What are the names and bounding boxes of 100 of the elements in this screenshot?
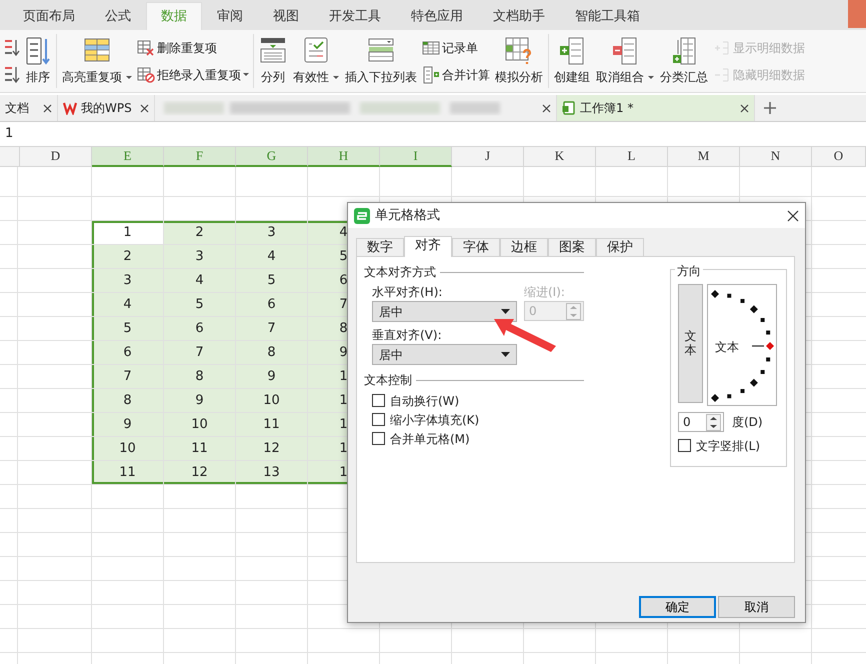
table-cell[interactable]: 3 [236, 221, 307, 244]
ribbon-button[interactable]: 合并计算 [420, 64, 492, 84]
table-cell[interactable]: 12 [164, 461, 235, 484]
ribbon-button[interactable]: 排序 [22, 34, 54, 88]
close-icon[interactable] [740, 104, 749, 112]
spinner-arrows-icon[interactable] [706, 414, 721, 430]
table-cell[interactable]: 11 [236, 413, 307, 436]
table-cell[interactable]: 8 [92, 389, 163, 412]
ribbon-button[interactable]: 模拟分析 [492, 34, 546, 88]
ribbon-tab[interactable]: 文档助手 [478, 2, 560, 30]
close-icon[interactable] [43, 104, 52, 112]
column-header[interactable]: D [20, 147, 92, 167]
table-cell[interactable]: 5 [164, 293, 235, 316]
table-cell[interactable]: 10 [236, 389, 307, 412]
table-cell[interactable]: 1 [92, 221, 163, 244]
table-cell[interactable]: 9 [164, 389, 235, 412]
vertical-text-button[interactable]: 文本 [678, 284, 703, 403]
table-cell[interactable]: 4 [236, 245, 307, 268]
table-cell[interactable]: 3 [164, 245, 235, 268]
checkbox[interactable] [678, 439, 691, 452]
table-cell[interactable]: 2 [92, 245, 163, 268]
column-header[interactable]: O [812, 147, 866, 167]
table-cell[interactable]: 8 [164, 365, 235, 388]
checkbox[interactable] [372, 432, 385, 445]
add-tab-icon[interactable] [763, 101, 777, 115]
ribbon-tab[interactable]: 页面布局 [8, 2, 90, 30]
ribbon-tab[interactable]: 智能工具箱 [560, 2, 655, 30]
checkbox[interactable] [372, 394, 385, 407]
table-cell[interactable]: 5 [236, 269, 307, 292]
tab-title: 我的WPS [81, 100, 132, 117]
ribbon-button[interactable]: 分列 [256, 34, 290, 88]
spreadsheet-icon [562, 101, 576, 115]
column-header[interactable]: J [452, 147, 524, 167]
ribbon-tab[interactable]: 公式 [90, 2, 146, 30]
table-cell[interactable]: 5 [92, 317, 163, 340]
formula-value[interactable]: 1 [5, 126, 14, 141]
dialog-tab[interactable]: 数字 [356, 238, 404, 256]
ribbon-button[interactable]: 记录单 [420, 38, 492, 58]
checkbox-label[interactable]: 合并单元格(M) [390, 430, 470, 448]
document-tab[interactable]: 我的WPS [58, 95, 155, 121]
dialog-tab[interactable]: 对齐 [404, 236, 452, 257]
ribbon-button[interactable]: 拒绝录入重复项 [135, 64, 251, 84]
ribbon-button[interactable]: 插入下拉列表 [342, 34, 420, 88]
table-cell[interactable]: 7 [164, 341, 235, 364]
table-cell[interactable]: 7 [236, 317, 307, 340]
table-cell[interactable]: 11 [92, 461, 163, 484]
table-cell[interactable]: 9 [92, 413, 163, 436]
table-cell[interactable]: 6 [164, 317, 235, 340]
ribbon-button[interactable]: 有效性 [290, 34, 342, 88]
table-cell[interactable]: 4 [164, 269, 235, 292]
document-tab[interactable]: 文档 [0, 95, 58, 121]
table-cell[interactable]: 10 [164, 413, 235, 436]
table-cell[interactable]: 4 [92, 293, 163, 316]
ribbon-button[interactable]: 高亮重复项 [59, 34, 135, 88]
ribbon-tab[interactable]: 审阅 [202, 2, 258, 30]
ribbon-tab[interactable]: 视图 [258, 2, 314, 30]
close-icon[interactable] [542, 104, 551, 112]
vertical-align-dropdown[interactable]: 居中 [372, 344, 517, 365]
checklist-icon [302, 36, 330, 64]
column-header[interactable]: M [668, 147, 740, 167]
dialog-tab[interactable]: 字体 [452, 238, 500, 256]
degree-spinner[interactable]: 0 [678, 412, 724, 432]
column-header[interactable]: L [596, 147, 668, 167]
table-cell[interactable]: 12 [236, 437, 307, 460]
dialog-tab[interactable]: 边框 [500, 238, 548, 256]
dialog-button[interactable]: 取消 [718, 596, 795, 618]
table-delete-icon [137, 40, 155, 56]
table-cell[interactable]: 2 [164, 221, 235, 244]
table-cell[interactable]: 3 [92, 269, 163, 292]
table-cell[interactable]: 8 [236, 341, 307, 364]
field-label: 缩进(I): [524, 284, 566, 301]
horizontal-align-dropdown[interactable]: 居中 [372, 301, 517, 322]
ribbon-button[interactable]: 取消组合 [593, 34, 657, 88]
table-cell[interactable]: 6 [236, 293, 307, 316]
close-icon[interactable] [140, 104, 149, 112]
caret-icon [648, 76, 654, 78]
ribbon-tab[interactable]: 开发工具 [314, 2, 396, 30]
table-cell[interactable]: 10 [92, 437, 163, 460]
ribbon-button[interactable]: 删除重复项 [135, 38, 251, 58]
checkbox-label[interactable]: 自动换行(W) [390, 392, 460, 410]
dialog-tab[interactable]: 图案 [548, 238, 596, 256]
orientation-dial[interactable]: 文本 [707, 284, 777, 406]
checkbox[interactable] [372, 413, 385, 426]
checkbox-label[interactable]: 文字竖排(L) [696, 436, 760, 454]
caret-icon [126, 76, 132, 78]
ribbon-button[interactable]: 分类汇总 [657, 34, 711, 88]
table-cell[interactable]: 7 [92, 365, 163, 388]
ribbon-tab[interactable]: 特色应用 [396, 2, 478, 30]
ribbon-button[interactable]: 创建组 [551, 34, 593, 88]
checkbox-label[interactable]: 缩小字体填充(K) [390, 410, 480, 428]
dialog-button[interactable]: 确定 [639, 596, 716, 618]
table-cell[interactable]: 13 [236, 461, 307, 484]
column-header[interactable]: N [740, 147, 812, 167]
close-icon[interactable] [787, 210, 799, 222]
document-tab[interactable]: 工作簿1 * [557, 95, 755, 121]
table-cell[interactable]: 9 [236, 365, 307, 388]
column-header[interactable]: K [524, 147, 596, 167]
table-cell[interactable]: 6 [92, 341, 163, 364]
dialog-tab[interactable]: 保护 [596, 238, 644, 256]
table-cell[interactable]: 11 [164, 437, 235, 460]
